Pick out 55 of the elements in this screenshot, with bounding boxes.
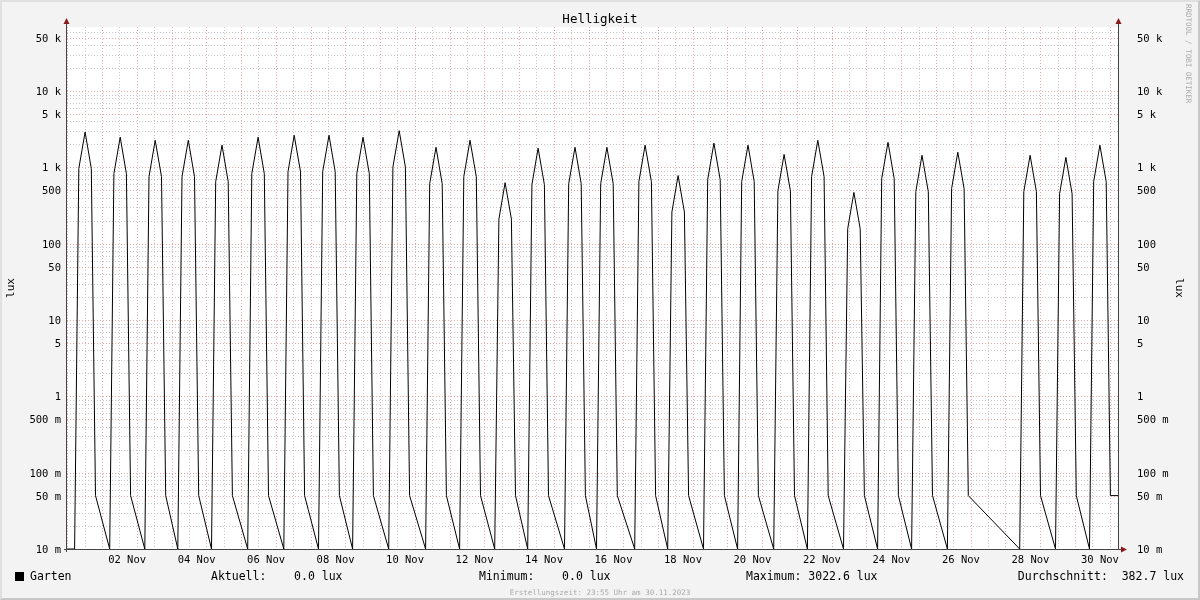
x-tick-label: 30 Nov: [1080, 553, 1119, 565]
y-tick-label: 50 k: [1137, 31, 1163, 44]
y-tick-label: 10 m: [1137, 543, 1163, 555]
y-tick-label: 1 k: [42, 161, 61, 174]
x-tick-label: 12 Nov: [455, 553, 494, 565]
stat-value: 0.0 lux: [561, 569, 611, 583]
y-tick-label: 10 k: [35, 85, 61, 98]
stat-value: 3022.6 lux: [807, 569, 878, 583]
y-axis-label: lux: [1173, 278, 1186, 298]
y-tick-label: 10 k: [1137, 85, 1163, 98]
x-tick-label: 24 Nov: [872, 553, 911, 565]
x-tick-label: 26 Nov: [942, 553, 980, 565]
y-tick-label: 500: [42, 184, 61, 197]
y-tick-label: 100 m: [1137, 466, 1169, 479]
x-tick-label: 04 Nov: [177, 553, 216, 565]
y-tick-label: 1: [1137, 390, 1144, 403]
x-tick-label: 02 Nov: [108, 553, 147, 565]
x-tick-label: 16 Nov: [594, 553, 633, 565]
x-tick-label: 08 Nov: [316, 553, 355, 565]
y-tick-label: 500: [1137, 184, 1156, 197]
x-tick-label: 18 Nov: [664, 553, 702, 565]
y-tick-label: 10 m: [35, 543, 61, 555]
x-tick-label: 14 Nov: [525, 553, 563, 565]
x-tick-label: 20 Nov: [733, 553, 772, 565]
stat-label: Aktuell:: [211, 569, 267, 583]
y-tick-label: 50: [1137, 260, 1150, 273]
y-axis-label: lux: [4, 278, 17, 298]
y-tick-label: 10: [1137, 314, 1150, 326]
x-tick-label: 28 Nov: [1011, 553, 1050, 565]
stat-label: Maximum:: [746, 569, 802, 583]
stat-value: 0.0 lux: [293, 569, 343, 583]
y-tick-label: 500 m: [29, 413, 61, 426]
y-tick-label: 10: [48, 314, 61, 326]
y-tick-label: 1 k: [1137, 161, 1156, 174]
x-tick-label: 06 Nov: [247, 553, 286, 565]
y-tick-label: 50 k: [35, 31, 61, 44]
y-tick-label: 50 m: [35, 489, 61, 502]
chart-title: Helligkeit: [562, 11, 638, 26]
y-tick-label: 500 m: [1137, 413, 1169, 426]
y-tick-label: 100 m: [29, 466, 61, 479]
stat-value: 382.7 lux: [1120, 569, 1184, 583]
y-tick-label: 5 k: [1137, 108, 1156, 120]
y-tick-label: 5 k: [42, 108, 61, 120]
y-tick-label: 50 m: [1137, 489, 1163, 502]
y-tick-label: 50: [48, 260, 61, 273]
y-tick-label: 5: [1137, 337, 1144, 349]
y-tick-label: 100: [42, 237, 61, 250]
y-tick-label: 100: [1137, 237, 1156, 250]
x-tick-label: 22 Nov: [803, 553, 841, 565]
legend-label: Garten: [30, 569, 72, 583]
stat-label: Durchschnitt:: [1017, 569, 1108, 583]
x-tick-label: 10 Nov: [386, 553, 425, 565]
stat-label: Minimum:: [479, 569, 535, 583]
y-tick-label: 5: [54, 337, 61, 349]
y-tick-label: 1: [54, 390, 61, 403]
